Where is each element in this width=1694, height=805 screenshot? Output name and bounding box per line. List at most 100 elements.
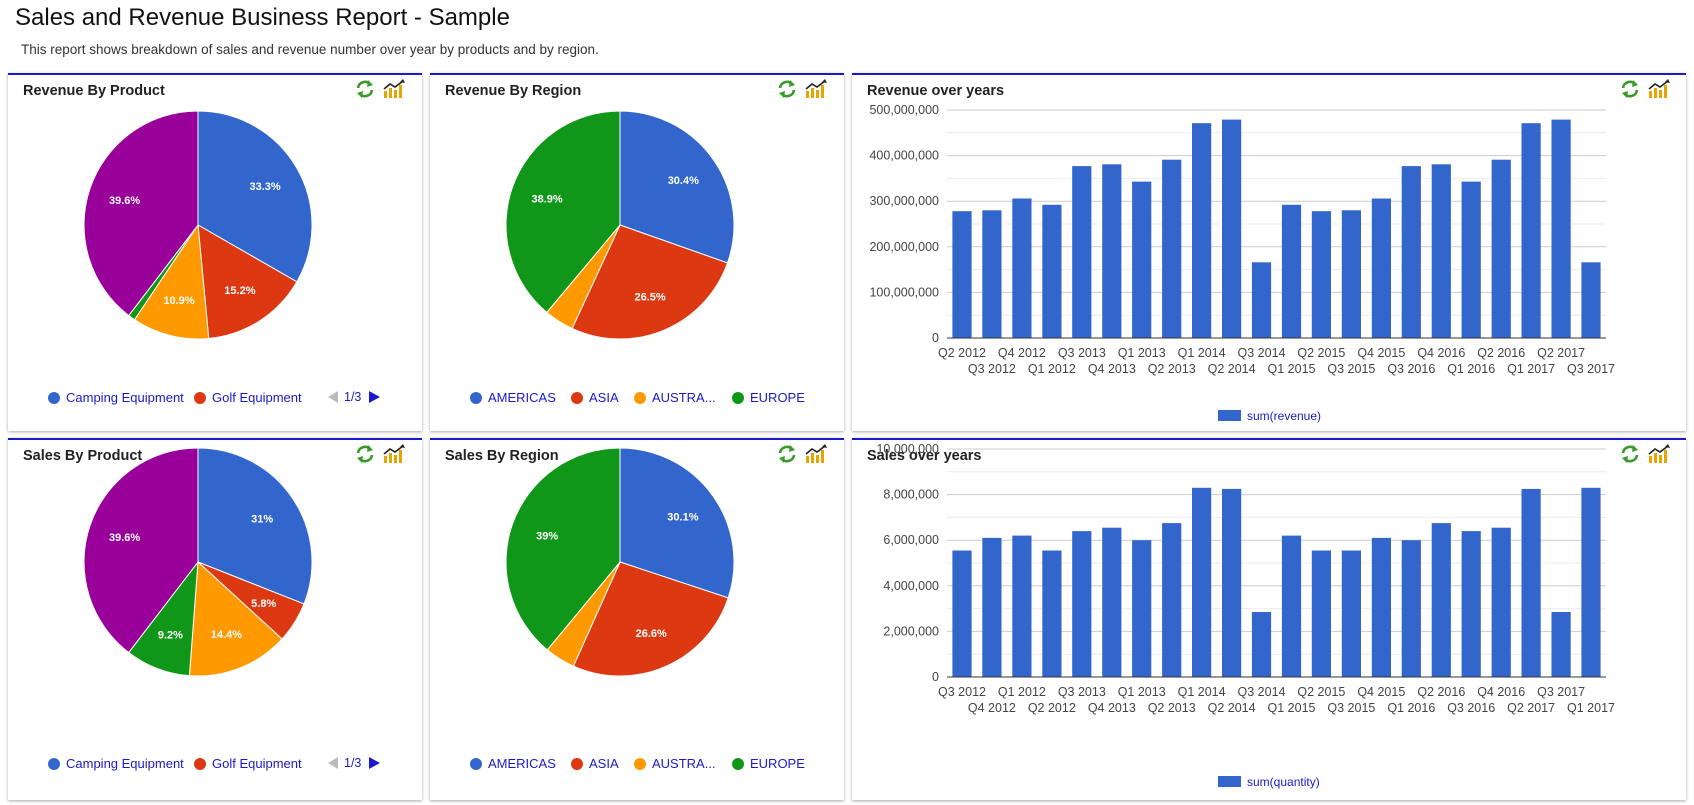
- legend-item[interactable]: ASIA: [571, 756, 619, 771]
- legend-item[interactable]: EUROPE: [732, 390, 805, 405]
- legend-item[interactable]: Golf Equipment: [194, 390, 302, 405]
- legend-item[interactable]: Golf Equipment: [194, 756, 302, 771]
- bar[interactable]: [1162, 159, 1182, 338]
- legend-item[interactable]: AMERICAS: [470, 390, 556, 405]
- bar[interactable]: [952, 550, 972, 678]
- bar[interactable]: [1491, 159, 1511, 338]
- pie-slice-label: 30.1%: [667, 512, 698, 524]
- sales-by-region-panel: Sales By Region 30.1% 26.6% 39% AMERICAS A…: [430, 438, 844, 800]
- x-tick-label: Q1 2013: [1118, 685, 1166, 699]
- bar[interactable]: [1012, 535, 1032, 677]
- legend-item[interactable]: EUROPE: [732, 756, 805, 771]
- bar[interactable]: [1401, 166, 1421, 338]
- bar[interactable]: [1461, 181, 1481, 338]
- sales-over-years-panel: Sales over years 0 2,000,000 4,000,000 6,00…: [852, 438, 1686, 800]
- bar[interactable]: [1581, 487, 1601, 677]
- legend-swatch: [1218, 410, 1241, 421]
- prev-page-icon[interactable]: [328, 391, 338, 403]
- x-tick-label: Q2 2015: [1297, 346, 1345, 360]
- bar[interactable]: [1431, 523, 1451, 677]
- pie-slice-label: 33.3%: [249, 181, 280, 193]
- legend-swatch: [470, 392, 482, 404]
- bar[interactable]: [1551, 612, 1571, 677]
- bar[interactable]: [1102, 527, 1122, 677]
- bar[interactable]: [1281, 535, 1302, 677]
- x-tick-label: Q1 2014: [1178, 685, 1226, 699]
- y-tick-label: 400,000,000: [869, 149, 939, 163]
- pie-slice-label: 39.6%: [109, 532, 140, 544]
- next-page-icon[interactable]: [369, 391, 381, 403]
- legend-item[interactable]: Camping Equipment: [48, 390, 184, 405]
- bar[interactable]: [1132, 181, 1152, 338]
- legend-item[interactable]: ASIA: [571, 390, 619, 405]
- bar[interactable]: [982, 537, 1002, 677]
- bar[interactable]: [1311, 211, 1331, 338]
- x-tick-label: Q4 2016: [1417, 346, 1465, 360]
- bar[interactable]: [1581, 262, 1601, 338]
- y-tick-label: 0: [932, 670, 939, 684]
- legend-item[interactable]: sum(revenue): [1218, 409, 1321, 423]
- legend-swatch: [634, 392, 646, 404]
- bar[interactable]: [1042, 204, 1062, 338]
- bar[interactable]: [1341, 550, 1361, 678]
- legend-swatch: [732, 758, 744, 770]
- bar[interactable]: [982, 210, 1002, 338]
- bar[interactable]: [1401, 540, 1421, 677]
- x-tick-label: Q4 2016: [1477, 685, 1525, 699]
- x-tick-label: Q1 2012: [998, 685, 1046, 699]
- legend-swatch: [48, 758, 60, 770]
- x-tick-label: Q2 2012: [1028, 701, 1076, 715]
- bar[interactable]: [1461, 531, 1481, 677]
- bar[interactable]: [1192, 123, 1212, 338]
- x-tick-label: Q1 2017: [1567, 701, 1615, 715]
- bar[interactable]: [952, 211, 972, 338]
- x-tick-label: Q3 2015: [1327, 701, 1375, 715]
- x-tick-label: Q3 2012: [968, 362, 1016, 376]
- bar[interactable]: [1102, 164, 1122, 338]
- x-tick-label: Q1 2016: [1387, 701, 1435, 715]
- x-tick-label: Q2 2017: [1507, 701, 1555, 715]
- bar[interactable]: [1072, 166, 1092, 338]
- bar[interactable]: [1192, 487, 1212, 677]
- bar[interactable]: [1251, 612, 1272, 677]
- bar[interactable]: [1371, 198, 1391, 339]
- bar[interactable]: [1341, 210, 1361, 338]
- legend-item[interactable]: Camping Equipment: [48, 756, 184, 771]
- bar[interactable]: [1251, 262, 1272, 338]
- bar[interactable]: [1132, 540, 1152, 677]
- x-tick-label: Q1 2012: [1028, 362, 1076, 376]
- bar[interactable]: [1162, 523, 1182, 677]
- bar[interactable]: [1012, 198, 1032, 339]
- bar[interactable]: [1281, 204, 1302, 338]
- bar-chart: 0 2,000,000 4,000,000 6,000,000 8,000,000 10,…: [876, 442, 1615, 715]
- next-page-icon[interactable]: [369, 757, 381, 769]
- x-tick-label: Q1 2015: [1268, 362, 1316, 376]
- bar[interactable]: [1521, 488, 1541, 677]
- x-tick-label: Q3 2017: [1567, 362, 1615, 376]
- x-tick-label: Q3 2014: [1238, 346, 1286, 360]
- bar[interactable]: [1072, 531, 1092, 677]
- bar[interactable]: [1491, 527, 1511, 677]
- y-tick-label: 200,000,000: [869, 240, 939, 254]
- x-tick-label: Q4 2012: [968, 701, 1016, 715]
- bar[interactable]: [1521, 123, 1541, 338]
- bar[interactable]: [1222, 119, 1242, 338]
- pie-chart: 30.4% 26.5% 38.9%: [505, 110, 735, 340]
- bar[interactable]: [1371, 537, 1391, 677]
- legend-item[interactable]: sum(quantity): [1218, 775, 1320, 789]
- legend-item[interactable]: AMERICAS: [470, 756, 556, 771]
- bar[interactable]: [1431, 164, 1451, 338]
- prev-page-icon[interactable]: [328, 757, 338, 769]
- x-tick-label: Q2 2014: [1208, 701, 1256, 715]
- bar[interactable]: [1551, 119, 1571, 338]
- x-tick-label: Q2 2013: [1148, 701, 1196, 715]
- y-tick-label: 500,000,000: [869, 103, 939, 117]
- x-tick-label: Q3 2016: [1387, 362, 1435, 376]
- x-tick-label: Q3 2014: [1238, 685, 1286, 699]
- pie-chart: 30.1% 26.6% 39%: [505, 447, 735, 677]
- legend-item[interactable]: AUSTRA...: [634, 390, 716, 405]
- legend-item[interactable]: AUSTRA...: [634, 756, 716, 771]
- bar[interactable]: [1042, 550, 1062, 678]
- bar[interactable]: [1222, 488, 1242, 677]
- bar[interactable]: [1311, 550, 1331, 678]
